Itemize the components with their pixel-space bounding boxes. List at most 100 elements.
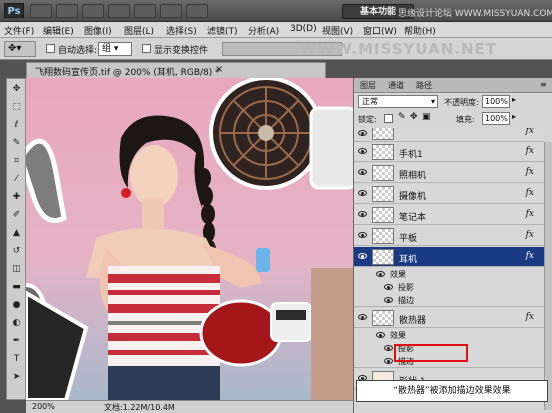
- dodge-tool-icon[interactable]: ◐: [10, 317, 23, 330]
- layer-row-tablet[interactable]: 平板 fx: [354, 226, 544, 246]
- panel-menu-icon[interactable]: ≡: [540, 80, 547, 89]
- document-tab[interactable]: 飞翔数码宣传页.tif @ 200% (耳机, RGB/8) * ×: [26, 62, 326, 78]
- opacity-input[interactable]: 100%: [482, 95, 510, 108]
- visibility-eye-icon[interactable]: [376, 332, 385, 338]
- layer-row-fan[interactable]: 散热器 fx: [354, 308, 544, 328]
- fx-icon[interactable]: fx: [526, 188, 534, 198]
- layer-thumbnail: [372, 144, 394, 160]
- crop-tool-icon[interactable]: ⌗: [10, 155, 23, 168]
- healing-tool-icon[interactable]: ✚: [10, 191, 23, 204]
- menu-layer[interactable]: 图层(L): [124, 24, 154, 37]
- layer-row-phone[interactable]: 手机1 fx: [354, 142, 544, 162]
- menu-image[interactable]: 图像(I): [84, 24, 112, 37]
- zoom-level[interactable]: 200%: [32, 402, 55, 411]
- layer-row-camcorder[interactable]: 摄像机 fx: [354, 184, 544, 204]
- tab-channels[interactable]: 通道: [388, 80, 404, 91]
- lock-transparency-icon[interactable]: [384, 114, 393, 123]
- path-select-tool-icon[interactable]: ➤: [10, 371, 23, 384]
- stamp-tool-icon[interactable]: ▲: [10, 227, 23, 240]
- title-bar: Ps 基本功能 思缘设计论坛 WWW.MISSYUAN.COM: [0, 0, 552, 22]
- arrange-documents-button[interactable]: [186, 4, 208, 18]
- fx-icon[interactable]: fx: [526, 128, 534, 136]
- tab-layers[interactable]: 图层: [360, 80, 376, 91]
- menu-file[interactable]: 文件(F): [4, 24, 34, 37]
- layer-thumbnail: [372, 310, 394, 326]
- effects-label: 效果: [390, 270, 406, 279]
- view-extras-button[interactable]: [82, 4, 104, 18]
- lock-all-icon[interactable]: ▣: [422, 112, 431, 122]
- menu-help[interactable]: 帮助(H): [404, 24, 436, 37]
- eraser-tool-icon[interactable]: ◫: [10, 263, 23, 276]
- opacity-dropdown-icon[interactable]: ▸: [512, 95, 516, 104]
- visibility-eye-icon[interactable]: [384, 297, 393, 303]
- layer-name: 摄像机: [399, 192, 427, 202]
- lock-pixels-icon[interactable]: ✎: [398, 112, 406, 122]
- fx-icon[interactable]: fx: [526, 167, 534, 177]
- menu-view[interactable]: 视图(V): [322, 24, 353, 37]
- gradient-tool-icon[interactable]: ▬: [10, 281, 23, 294]
- fx-icon[interactable]: fx: [526, 251, 534, 261]
- menu-window[interactable]: 窗口(W): [363, 24, 397, 37]
- blend-mode-dropdown[interactable]: 正常 ▾: [358, 95, 438, 108]
- fx-icon[interactable]: fx: [526, 146, 534, 156]
- visibility-eye-icon[interactable]: [384, 284, 393, 290]
- layers-scrollbar[interactable]: [544, 142, 552, 410]
- visibility-eye-icon[interactable]: [358, 148, 367, 154]
- tab-paths[interactable]: 路径: [416, 80, 432, 91]
- quick-select-tool-icon[interactable]: ✎: [10, 137, 23, 150]
- visibility-eye-icon[interactable]: [358, 169, 367, 175]
- zoom-level-button[interactable]: [108, 4, 130, 18]
- layer-row[interactable]: fx: [354, 128, 544, 142]
- blur-tool-icon[interactable]: ●: [10, 299, 23, 312]
- brush-tool-icon[interactable]: ✐: [10, 209, 23, 222]
- lock-position-icon[interactable]: ✥: [410, 112, 418, 122]
- move-tool-preset[interactable]: ✥▾: [4, 41, 36, 57]
- type-tool-icon[interactable]: T: [10, 353, 23, 366]
- show-transform-checkbox[interactable]: [142, 44, 151, 53]
- layer-row-headphones[interactable]: 耳机 fx: [354, 247, 544, 267]
- effects-row[interactable]: 效果: [354, 329, 544, 342]
- menu-select[interactable]: 选择(S): [166, 24, 197, 37]
- lasso-tool-icon[interactable]: ℓ: [10, 119, 23, 132]
- visibility-eye-icon[interactable]: [358, 190, 367, 196]
- menu-analysis[interactable]: 分析(A): [248, 24, 279, 37]
- minibridge-button[interactable]: [56, 4, 78, 18]
- menu-3d[interactable]: 3D(D): [290, 24, 317, 34]
- fx-icon[interactable]: fx: [526, 312, 534, 322]
- visibility-eye-icon[interactable]: [384, 358, 393, 364]
- layer-row-laptop[interactable]: 笔记本 fx: [354, 205, 544, 225]
- auto-select-dropdown[interactable]: 组 ▾: [98, 42, 132, 56]
- bridge-button[interactable]: [30, 4, 52, 18]
- eyedropper-tool-icon[interactable]: ⁄: [10, 173, 23, 186]
- layer-row-camera[interactable]: 照相机 fx: [354, 163, 544, 183]
- visibility-eye-icon[interactable]: [358, 253, 367, 259]
- menu-edit[interactable]: 编辑(E): [43, 24, 74, 37]
- visibility-eye-icon[interactable]: [358, 314, 367, 320]
- visibility-eye-icon[interactable]: [358, 211, 367, 217]
- layers-panel: 图层 通道 路径 ≡ 正常 ▾ 不透明度: 100% ▸ 锁定: ✎ ✥ ▣ 填充…: [353, 78, 552, 413]
- fill-dropdown-icon[interactable]: ▸: [512, 112, 516, 121]
- fill-input[interactable]: 100%: [482, 112, 510, 125]
- fx-icon[interactable]: fx: [526, 230, 534, 240]
- marquee-tool-icon[interactable]: ⬚: [10, 101, 23, 114]
- visibility-eye-icon[interactable]: [384, 345, 393, 351]
- layer-name: 照相机: [399, 171, 427, 181]
- menu-filter[interactable]: 滤镜(T): [207, 24, 238, 37]
- rotate-view-button[interactable]: [160, 4, 182, 18]
- effect-row-drop-shadow[interactable]: 投影: [354, 281, 544, 294]
- visibility-eye-icon[interactable]: [376, 271, 385, 277]
- effects-row[interactable]: 效果: [354, 268, 544, 281]
- document-canvas[interactable]: [26, 78, 353, 400]
- effect-row-stroke[interactable]: 描边: [354, 294, 544, 307]
- document-title: 飞翔数码宣传页.tif @ 200% (耳机, RGB/8) *: [35, 68, 220, 78]
- fx-icon[interactable]: fx: [526, 209, 534, 219]
- visibility-eye-icon[interactable]: [358, 130, 367, 136]
- highlight-box: [394, 344, 468, 362]
- history-brush-icon[interactable]: ↺: [10, 245, 23, 258]
- pen-tool-icon[interactable]: ✒: [10, 335, 23, 348]
- visibility-eye-icon[interactable]: [358, 232, 367, 238]
- move-tool-icon[interactable]: ✥: [10, 83, 23, 96]
- hand-tool-button[interactable]: [134, 4, 156, 18]
- auto-select-checkbox[interactable]: [46, 44, 55, 53]
- close-tab-icon[interactable]: ×: [215, 64, 223, 75]
